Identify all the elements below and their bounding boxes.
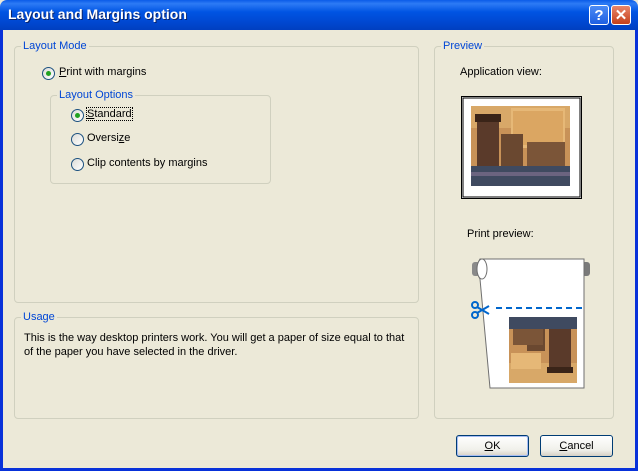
usage-text: This is the way desktop printers work. Y… [24,332,405,358]
close-icon: ✕ [614,7,628,24]
print-preview-label: Print preview: [467,228,534,240]
standard-label[interactable]: Standard [86,107,133,121]
application-view-image [461,96,582,199]
clip-contents-radio[interactable] [71,158,84,171]
print-with-margins-text: rint with margins [66,66,147,78]
application-view-label: Application view: [460,66,542,78]
print-preview-image [471,258,590,389]
layout-options-legend: Layout Options [57,89,135,101]
window-title: Layout and Margins option [8,6,187,22]
print-with-margins-radio[interactable] [42,67,55,80]
cancel-button[interactable]: Cancel [540,435,613,457]
layout-mode-legend: Layout Mode [21,40,89,52]
help-button[interactable]: ? [589,5,609,25]
preview-legend: Preview [441,40,485,52]
window-border-left [0,30,3,471]
clip-contents-label[interactable]: Clip contents by margins [87,157,207,169]
usage-legend: Usage [21,311,57,323]
help-icon: ? [594,6,604,24]
oversize-radio[interactable] [71,133,84,146]
printed-image [509,317,577,383]
cancel-label: Cancel [559,440,594,452]
ok-label: OK [484,440,501,452]
oversize-label[interactable]: Oversize [87,132,130,144]
print-with-margins-label[interactable]: Print with margins [59,66,146,78]
ok-button[interactable]: OK [456,435,529,457]
close-button[interactable]: ✕ [611,5,631,25]
standard-radio[interactable] [71,109,84,122]
